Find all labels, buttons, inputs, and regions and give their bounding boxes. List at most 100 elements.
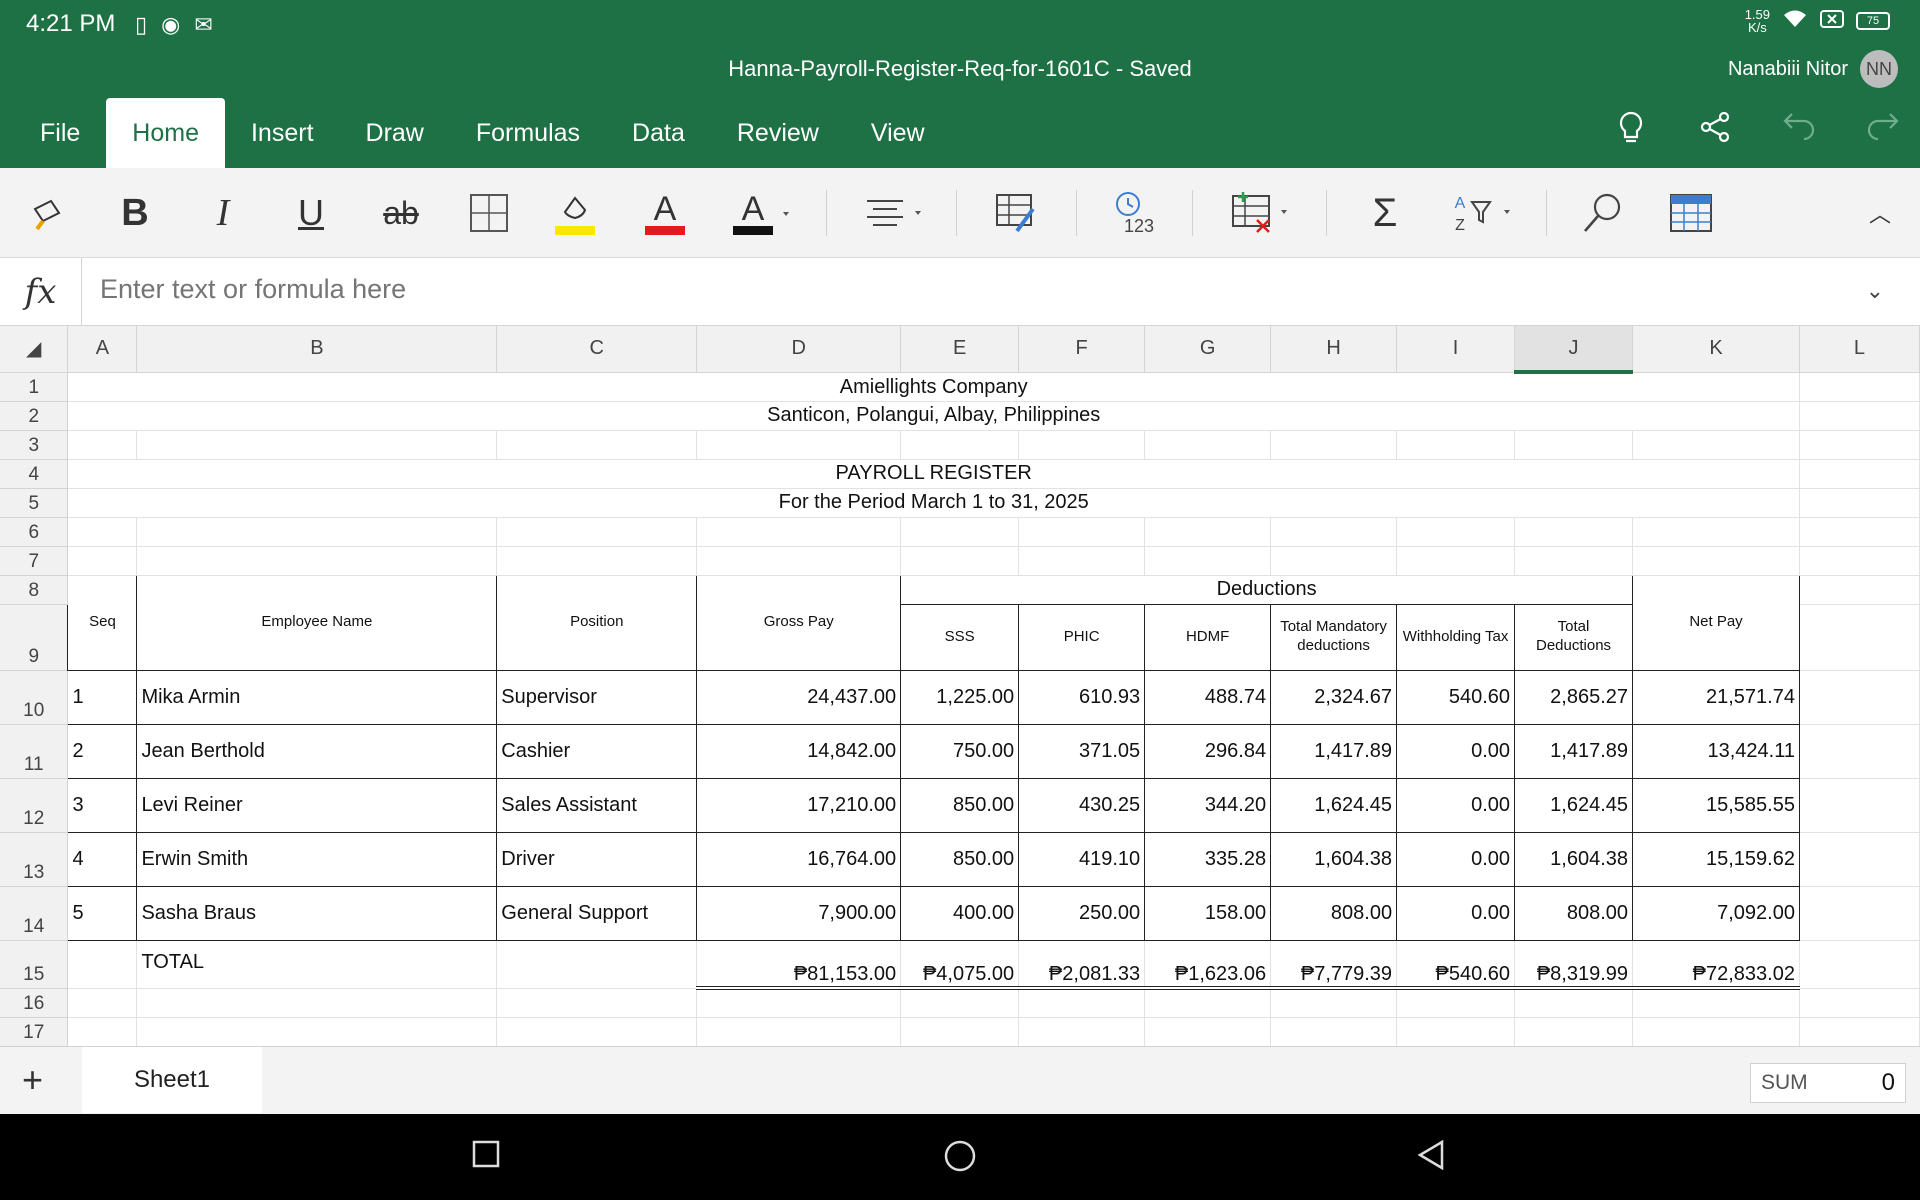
cell-position[interactable]: Driver	[496, 831, 698, 887]
align-dropdown-icon[interactable]	[860, 186, 930, 240]
row-header[interactable]: 14	[0, 886, 69, 941]
back-icon[interactable]	[1414, 1138, 1448, 1177]
cell-total-mandatory[interactable]: 1,624.45	[1270, 777, 1398, 833]
total-mandatory[interactable]: ₱7,779.39	[1270, 940, 1398, 990]
cell-total-mandatory[interactable]: 2,324.67	[1270, 669, 1398, 725]
lightbulb-icon[interactable]	[1614, 110, 1648, 154]
cell-hdmf[interactable]: 488.74	[1144, 669, 1272, 725]
header-employee-name[interactable]: Employee Name	[136, 574, 498, 671]
formula-input[interactable]	[100, 274, 1800, 305]
header-net-pay[interactable]: Net Pay	[1632, 574, 1800, 671]
cell-position[interactable]: Supervisor	[496, 669, 698, 725]
cell-withholding-tax[interactable]: 540.60	[1396, 669, 1516, 725]
cell-gross-pay[interactable]: 17,210.00	[696, 777, 902, 833]
header-sss[interactable]: SSS	[900, 603, 1020, 671]
column-header-selected[interactable]: J	[1514, 326, 1634, 374]
cell-seq[interactable]: 5	[67, 885, 138, 941]
avatar[interactable]: NN	[1860, 50, 1898, 88]
cell-position[interactable]: General Support	[496, 885, 698, 941]
tab-data[interactable]: Data	[606, 98, 711, 168]
format-painter-icon[interactable]	[24, 186, 74, 240]
cell-phic[interactable]: 430.25	[1018, 777, 1146, 833]
home-icon[interactable]	[942, 1138, 978, 1179]
cell-total-mandatory[interactable]: 808.00	[1270, 885, 1398, 941]
cell-seq[interactable]: 2	[67, 723, 138, 779]
cell-sss[interactable]: 400.00	[900, 885, 1020, 941]
total-deductions[interactable]: ₱8,319.99	[1514, 940, 1634, 990]
row-header[interactable]: 12	[0, 778, 69, 833]
row-header[interactable]: 5	[0, 488, 69, 518]
cell-employee-name[interactable]: Levi Reiner	[136, 777, 498, 833]
cell-total-deductions[interactable]: 808.00	[1514, 885, 1634, 941]
column-header[interactable]: C	[496, 326, 698, 373]
cell-gross-pay[interactable]: 24,437.00	[696, 669, 902, 725]
row-header[interactable]: 11	[0, 724, 69, 779]
italic-icon[interactable]: I	[198, 186, 248, 240]
header-deductions[interactable]: Deductions	[900, 574, 1634, 605]
row-header[interactable]: 10	[0, 670, 69, 725]
row-header[interactable]: 9	[0, 604, 69, 671]
select-all-corner[interactable]: ◢	[0, 326, 69, 373]
find-icon[interactable]	[1578, 186, 1628, 240]
redo-icon[interactable]	[1866, 110, 1900, 154]
cell-seq[interactable]: 3	[67, 777, 138, 833]
total-withholding-tax[interactable]: ₱540.60	[1396, 940, 1516, 990]
cell-total-deductions[interactable]: 2,865.27	[1514, 669, 1634, 725]
bold-icon[interactable]: B	[110, 186, 160, 240]
status-sum[interactable]: SUM 0	[1750, 1063, 1906, 1103]
cell-net-pay[interactable]: 13,424.11	[1632, 723, 1800, 779]
tab-view[interactable]: View	[845, 98, 951, 168]
total-hdmf[interactable]: ₱1,623.06	[1144, 940, 1272, 990]
total-phic[interactable]: ₱2,081.33	[1018, 940, 1146, 990]
column-header[interactable]: F	[1018, 326, 1146, 373]
header-position[interactable]: Position	[496, 574, 698, 671]
column-header[interactable]: K	[1632, 326, 1800, 373]
recent-apps-icon[interactable]	[470, 1138, 502, 1175]
cell-seq[interactable]: 1	[67, 669, 138, 725]
cell-sss[interactable]: 750.00	[900, 723, 1020, 779]
cell-withholding-tax[interactable]: 0.00	[1396, 885, 1516, 941]
header-total-deductions[interactable]: Total Deductions	[1514, 603, 1634, 671]
cell-phic[interactable]: 371.05	[1018, 723, 1146, 779]
total-sss[interactable]: ₱4,075.00	[900, 940, 1020, 990]
cell-total-deductions[interactable]: 1,417.89	[1514, 723, 1634, 779]
row-header[interactable]: 13	[0, 832, 69, 887]
column-header[interactable]: I	[1396, 326, 1516, 373]
number-format-icon[interactable]: 123	[1108, 186, 1164, 240]
cell-phic[interactable]: 250.00	[1018, 885, 1146, 941]
total-net-pay[interactable]: ₱72,833.02	[1632, 940, 1800, 990]
insert-delete-cells-icon[interactable]	[1226, 186, 1298, 240]
collapse-ribbon-icon[interactable]: ︿	[1860, 186, 1900, 240]
company-name[interactable]: Amiellights Company	[67, 372, 1800, 402]
column-header[interactable]: E	[900, 326, 1020, 373]
cell-phic[interactable]: 610.93	[1018, 669, 1146, 725]
cell-sss[interactable]: 850.00	[900, 831, 1020, 887]
row-header[interactable]: 6	[0, 517, 69, 547]
row-header[interactable]: 2	[0, 401, 69, 431]
total-label[interactable]: TOTAL	[136, 940, 498, 989]
cell-sss[interactable]: 1,225.00	[900, 669, 1020, 725]
font-color-icon[interactable]: A	[640, 186, 690, 240]
cell-total-deductions[interactable]: 1,604.38	[1514, 831, 1634, 887]
share-icon[interactable]	[1698, 110, 1732, 154]
tab-formulas[interactable]: Formulas	[450, 98, 606, 168]
add-sheet-button[interactable]: +	[22, 1059, 43, 1101]
strikethrough-icon[interactable]: ab	[374, 186, 428, 240]
row-header[interactable]: 8	[0, 575, 69, 605]
report-title[interactable]: PAYROLL REGISTER	[67, 459, 1800, 489]
function-icon[interactable]: fx	[0, 258, 82, 326]
cell-net-pay[interactable]: 7,092.00	[1632, 885, 1800, 941]
format-as-table-icon[interactable]	[1666, 186, 1716, 240]
cell-employee-name[interactable]: Mika Armin	[136, 669, 498, 725]
cell-net-pay[interactable]: 21,571.74	[1632, 669, 1800, 725]
underline-icon[interactable]: U	[286, 186, 336, 240]
cell-phic[interactable]: 419.10	[1018, 831, 1146, 887]
cell-hdmf[interactable]: 335.28	[1144, 831, 1272, 887]
cell-gross-pay[interactable]: 7,900.00	[696, 885, 902, 941]
header-seq[interactable]: Seq	[67, 574, 138, 671]
cell-position[interactable]: Cashier	[496, 723, 698, 779]
tab-draw[interactable]: Draw	[340, 98, 450, 168]
cell-withholding-tax[interactable]: 0.00	[1396, 777, 1516, 833]
cell-gross-pay[interactable]: 16,764.00	[696, 831, 902, 887]
row-header[interactable]: 17	[0, 1017, 69, 1046]
